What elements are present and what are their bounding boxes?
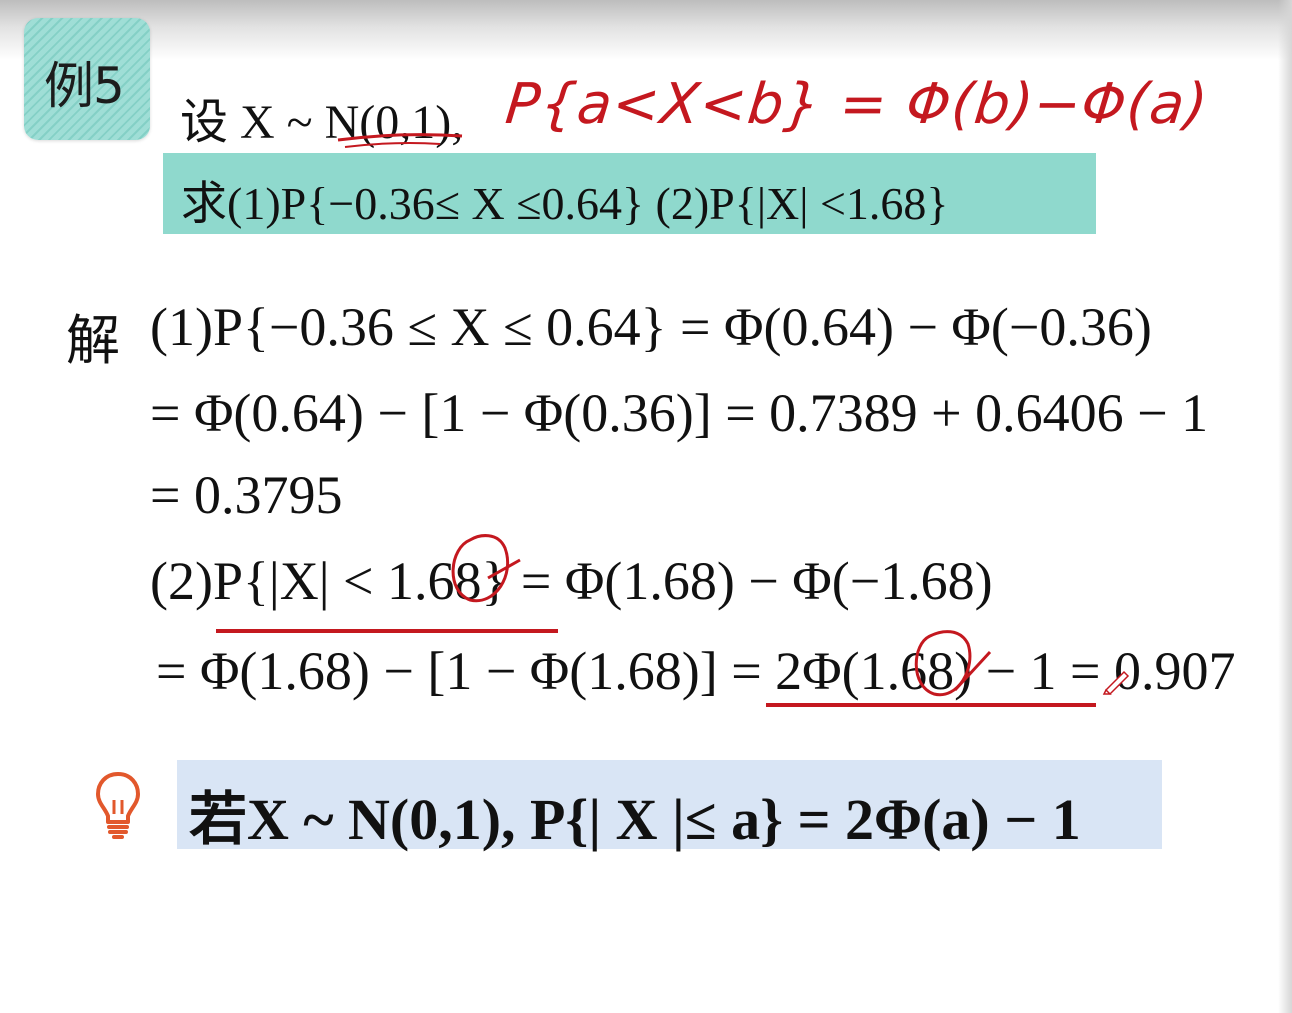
tip-formula: 若X ~ N(0,1), P{| X |≤ a} = 2Φ(a) − 1: [189, 787, 1081, 852]
question-text: 求(1)P{−0.36≤ X ≤0.64} (2)P{|X| <1.68}: [181, 178, 949, 229]
right-shadow: [1278, 0, 1292, 1013]
example-badge-label: 例5: [44, 57, 125, 115]
tip-box: 若X ~ N(0,1), P{| X |≤ a} = 2Φ(a) − 1: [177, 760, 1162, 852]
question-box: 求(1)P{−0.36≤ X ≤0.64} (2)P{|X| <1.68}: [163, 153, 1096, 234]
solution-line-2: = Φ(0.64) − [1 − Φ(0.36)] = 0.7389 + 0.6…: [150, 383, 1209, 443]
solution-line-4: (2)P{|X| < 1.68} = Φ(1.68) − Φ(−1.68): [150, 551, 993, 611]
solution-line-1: (1)P{−0.36 ≤ X ≤ 0.64} = Φ(0.64) − Φ(−0.…: [150, 297, 1152, 357]
solution-label: 解: [66, 311, 120, 371]
handwritten-annotation: P{a<X<b} = Φ(b)−Φ(a): [502, 72, 1212, 137]
premise-text: 设 X ~ N(0,1),: [180, 96, 464, 149]
solution-line-3: = 0.3795: [150, 465, 343, 525]
lightbulb-icon: [96, 772, 140, 839]
example-badge: 例5: [24, 18, 150, 140]
solution-line-5: = Φ(1.68) − [1 − Φ(1.68)] = 2Φ(1.68) − 1…: [156, 641, 1236, 701]
top-shadow: [0, 0, 1292, 60]
